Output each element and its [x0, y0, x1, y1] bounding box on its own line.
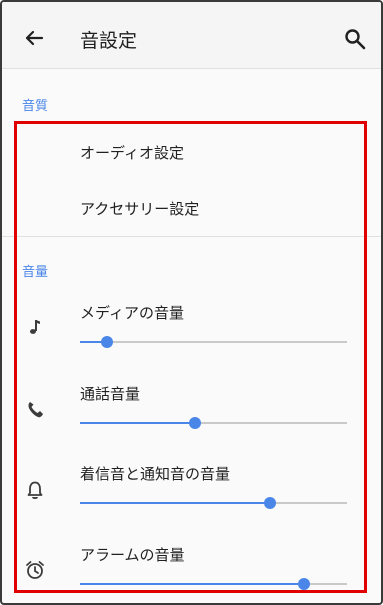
app-bar: 音設定	[2, 2, 381, 69]
search-button[interactable]	[342, 26, 368, 52]
page-title: 音設定	[80, 30, 138, 52]
search-icon	[345, 29, 366, 50]
arrow-left-icon	[25, 30, 44, 46]
phone-screen: 音設定 音質 オーディオ設定 アクセサリー設定 音量 メディアの音量 通話音量	[0, 0, 383, 605]
highlight-box	[14, 121, 367, 593]
section-header-sound-quality: 音質	[22, 99, 49, 114]
back-button[interactable]	[20, 24, 48, 52]
